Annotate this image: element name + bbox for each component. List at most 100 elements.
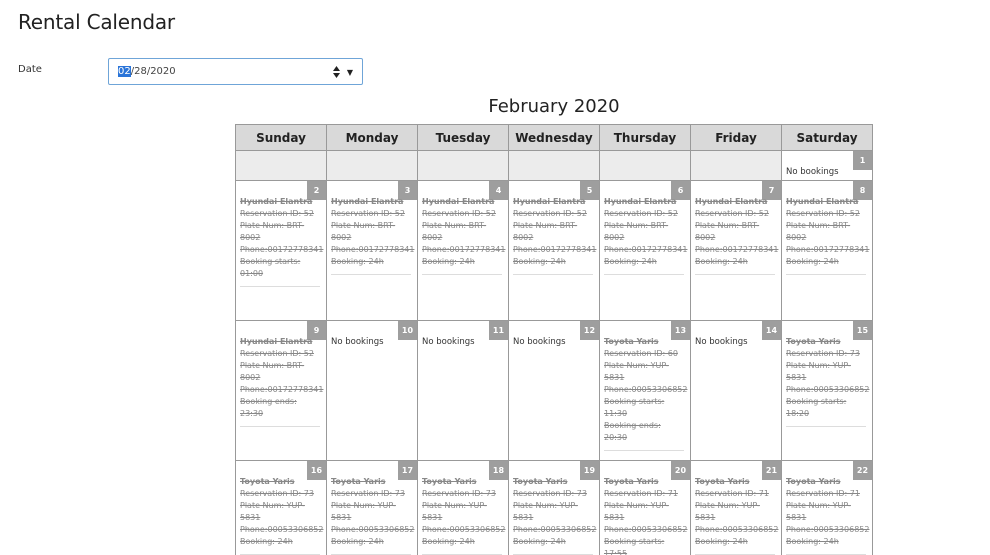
booking-detail-line: Phone:00053306852 bbox=[422, 525, 506, 534]
booking-entry[interactable]: Hyundai Elantra Reservation ID: 52 Plate N… bbox=[604, 196, 687, 275]
booking-car-name: Hyundai Elantra bbox=[695, 197, 768, 206]
booking-entry[interactable]: Toyota Yaris Reservation ID: 71 Plate Num:… bbox=[786, 476, 869, 555]
booking-car-name: Toyota Yaris bbox=[331, 477, 386, 486]
booking-detail-line: Phone:00172778341 bbox=[240, 385, 324, 394]
weekday-sunday: Sunday bbox=[236, 125, 327, 151]
day-number-badge: 10 bbox=[398, 321, 417, 340]
day-cell-17[interactable]: 17 Toyota Yaris Reservation ID: 73 Plate Nu… bbox=[327, 461, 418, 555]
day-cell-8[interactable]: 8 Hyundai Elantra Reservation ID: 52 Plate … bbox=[782, 181, 873, 321]
booking-detail-line: Booking: 24h bbox=[513, 257, 566, 266]
booking-detail-line: Booking starts: 01:00 bbox=[240, 257, 301, 278]
booking-divider bbox=[240, 286, 320, 287]
booking-car-name: Hyundai Elantra bbox=[240, 337, 313, 346]
booking-detail-line: Booking starts: 18:20 bbox=[786, 397, 847, 418]
booking-detail-line: Phone:00172778341 bbox=[331, 245, 415, 254]
empty-day-cell bbox=[327, 151, 418, 181]
booking-car-name: Toyota Yaris bbox=[695, 477, 750, 486]
weekday-monday: Monday bbox=[327, 125, 418, 151]
booking-detail-line: Phone:00053306852 bbox=[604, 385, 688, 394]
day-cell-5[interactable]: 5 Hyundai Elantra Reservation ID: 52 Plate … bbox=[509, 181, 600, 321]
day-number-badge: 14 bbox=[762, 321, 781, 340]
booking-car-name: Toyota Yaris bbox=[604, 337, 659, 346]
day-cell-15[interactable]: 15 Toyota Yaris Reservation ID: 73 Plate Nu… bbox=[782, 321, 873, 461]
booking-detail-line: Booking: 24h bbox=[422, 537, 475, 546]
booking-detail-line: Plate Num: BRT-8002 bbox=[695, 221, 760, 242]
booking-detail-line: Plate Num: YUP-5831 bbox=[604, 501, 669, 522]
day-cell-14[interactable]: 14 No bookings bbox=[691, 321, 782, 461]
booking-detail-line: Booking: 24h bbox=[786, 257, 839, 266]
booking-divider bbox=[604, 274, 684, 275]
booking-entry[interactable]: Hyundai Elantra Reservation ID: 52 Plate N… bbox=[240, 336, 324, 427]
date-rest-segment[interactable]: /28/2020 bbox=[131, 66, 176, 77]
booking-car-name: Toyota Yaris bbox=[422, 477, 477, 486]
booking-detail-line: Plate Num: BRT-8002 bbox=[422, 221, 487, 242]
booking-entry[interactable]: Toyota Yaris Reservation ID: 60 Plate Num:… bbox=[604, 336, 688, 451]
booking-entry[interactable]: Toyota Yaris Reservation ID: 73 Plate Num:… bbox=[240, 476, 323, 555]
day-cell-7[interactable]: 7 Hyundai Elantra Reservation ID: 52 Plate … bbox=[691, 181, 782, 321]
day-cell-16[interactable]: 16 Toyota Yaris Reservation ID: 73 Plate Nu… bbox=[236, 461, 327, 555]
booking-entry[interactable]: Hyundai Elantra Reservation ID: 52 Plate N… bbox=[422, 196, 505, 275]
day-cell-21[interactable]: 21 Toyota Yaris Reservation ID: 71 Plate Nu… bbox=[691, 461, 782, 555]
booking-detail-line: Phone:00053306852 bbox=[513, 525, 597, 534]
booking-entry[interactable]: Toyota Yaris Reservation ID: 73 Plate Num:… bbox=[422, 476, 506, 555]
booking-detail-line: Plate Num: BRT-8002 bbox=[331, 221, 396, 242]
booking-entry[interactable]: Hyundai Elantra Reservation ID: 52 Plate N… bbox=[513, 196, 597, 275]
day-cell-3[interactable]: 3 Hyundai Elantra Reservation ID: 52 Plate … bbox=[327, 181, 418, 321]
booking-car-name: Hyundai Elantra bbox=[331, 197, 404, 206]
date-month-segment[interactable]: 02 bbox=[118, 66, 131, 77]
booking-detail-line: Booking ends: 20:30 bbox=[604, 421, 661, 442]
booking-detail-line: Reservation ID: 73 bbox=[513, 489, 587, 498]
booking-detail-line: Plate Num: YUP-5831 bbox=[422, 501, 487, 522]
day-cell-6[interactable]: 6 Hyundai Elantra Reservation ID: 52 Plate … bbox=[600, 181, 691, 321]
day-cell-22[interactable]: 22 Toyota Yaris Reservation ID: 71 Plate Nu… bbox=[782, 461, 873, 555]
booking-detail-line: Reservation ID: 52 bbox=[604, 209, 678, 218]
booking-entry[interactable]: Toyota Yaris Reservation ID: 73 Plate Num:… bbox=[513, 476, 597, 555]
booking-detail-line: Reservation ID: 52 bbox=[695, 209, 769, 218]
day-cell-20[interactable]: 20 Toyota Yaris Reservation ID: 71 Plate Nu… bbox=[600, 461, 691, 555]
no-bookings-text: No bookings bbox=[695, 337, 748, 347]
booking-entry[interactable]: Toyota Yaris Reservation ID: 73 Plate Num:… bbox=[331, 476, 414, 555]
booking-detail-line: Plate Num: YUP-5831 bbox=[331, 501, 396, 522]
booking-detail-line: Reservation ID: 52 bbox=[422, 209, 496, 218]
booking-car-name: Hyundai Elantra bbox=[240, 197, 313, 206]
month-title: February 2020 bbox=[488, 96, 620, 117]
day-cell-19[interactable]: 19 Toyota Yaris Reservation ID: 73 Plate Nu… bbox=[509, 461, 600, 555]
booking-entry[interactable]: Toyota Yaris Reservation ID: 71 Plate Num:… bbox=[695, 476, 778, 555]
booking-entry[interactable]: Toyota Yaris Reservation ID: 73 Plate Num:… bbox=[786, 336, 870, 427]
booking-detail-line: Reservation ID: 71 bbox=[786, 489, 860, 498]
booking-detail-line: Booking starts: 17:55 bbox=[604, 537, 665, 555]
day-cell-4[interactable]: 4 Hyundai Elantra Reservation ID: 52 Plate … bbox=[418, 181, 509, 321]
weekday-tuesday: Tuesday bbox=[418, 125, 509, 151]
booking-detail-line: Phone:00053306852 bbox=[786, 385, 870, 394]
day-cell-12[interactable]: 12 No bookings bbox=[509, 321, 600, 461]
booking-divider bbox=[331, 274, 411, 275]
day-cell-11[interactable]: 11 No bookings bbox=[418, 321, 509, 461]
booking-detail-line: Reservation ID: 52 bbox=[240, 209, 314, 218]
date-input[interactable]: 02/28/2020 ▼ bbox=[108, 58, 363, 85]
booking-detail-line: Plate Num: YUP-5831 bbox=[786, 361, 851, 382]
booking-entry[interactable]: Hyundai Elantra Reservation ID: 52 Plate N… bbox=[695, 196, 778, 275]
day-number-badge: 1 bbox=[853, 151, 872, 170]
day-cell-2[interactable]: 2 Hyundai Elantra Reservation ID: 52 Plate … bbox=[236, 181, 327, 321]
booking-detail-line: Plate Num: BRT-8002 bbox=[240, 361, 305, 382]
booking-detail-line: Booking: 24h bbox=[513, 537, 566, 546]
booking-entry[interactable]: Toyota Yaris Reservation ID: 71 Plate Num:… bbox=[604, 476, 687, 555]
booking-detail-line: Booking: 24h bbox=[695, 257, 748, 266]
booking-divider bbox=[240, 426, 320, 427]
day-cell-18[interactable]: 18 Toyota Yaris Reservation ID: 73 Plate Nu… bbox=[418, 461, 509, 555]
booking-detail-line: Booking starts: 11:30 bbox=[604, 397, 665, 418]
no-bookings-text: No bookings bbox=[786, 167, 839, 177]
booking-detail-line: Phone:00172778341 bbox=[513, 245, 597, 254]
booking-car-name: Hyundai Elantra bbox=[786, 197, 859, 206]
day-cell-9[interactable]: 9 Hyundai Elantra Reservation ID: 52 Plate … bbox=[236, 321, 327, 461]
day-cell-13[interactable]: 13 Toyota Yaris Reservation ID: 60 Plate Nu… bbox=[600, 321, 691, 461]
booking-entry[interactable]: Hyundai Elantra Reservation ID: 52 Plate N… bbox=[331, 196, 415, 275]
booking-entry[interactable]: Hyundai Elantra Reservation ID: 52 Plate N… bbox=[786, 196, 869, 275]
booking-entry[interactable]: Hyundai Elantra Reservation ID: 52 Plate N… bbox=[240, 196, 323, 287]
weekday-wednesday: Wednesday bbox=[509, 125, 600, 151]
booking-detail-line: Reservation ID: 52 bbox=[240, 349, 314, 358]
day-cell-1[interactable]: 1 No bookings bbox=[782, 151, 873, 181]
spinner-icon[interactable] bbox=[333, 66, 340, 78]
day-cell-10[interactable]: 10 No bookings bbox=[327, 321, 418, 461]
dropdown-arrow-icon[interactable]: ▼ bbox=[347, 68, 353, 77]
